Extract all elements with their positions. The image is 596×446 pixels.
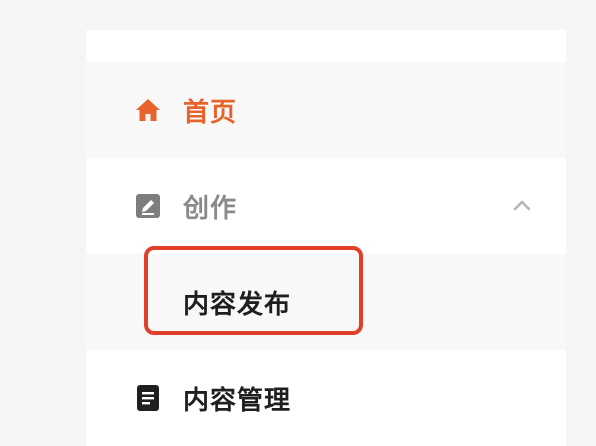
sidebar-item-label: 创作 xyxy=(183,193,238,224)
sidebar-item-label: 首页 xyxy=(183,97,238,128)
sidebar-item-label: 内容管理 xyxy=(183,385,292,416)
home-icon xyxy=(134,96,162,124)
sidebar-item-manage[interactable]: 内容管理 xyxy=(86,350,566,446)
edit-icon xyxy=(134,192,162,220)
sidebar-subitem-publish[interactable]: 内容发布 xyxy=(86,254,566,350)
sidebar-item-home[interactable]: 首页 xyxy=(86,62,566,158)
document-icon xyxy=(134,384,162,412)
chevron-up-icon[interactable] xyxy=(512,196,532,216)
sidebar-item-create[interactable]: 创作 xyxy=(86,158,566,254)
sidebar-nav: 首页 创作 内容发布 内容管理 xyxy=(86,30,566,446)
sidebar-subitem-label: 内容发布 xyxy=(183,289,292,320)
sidebar-top-spacer xyxy=(86,30,566,62)
